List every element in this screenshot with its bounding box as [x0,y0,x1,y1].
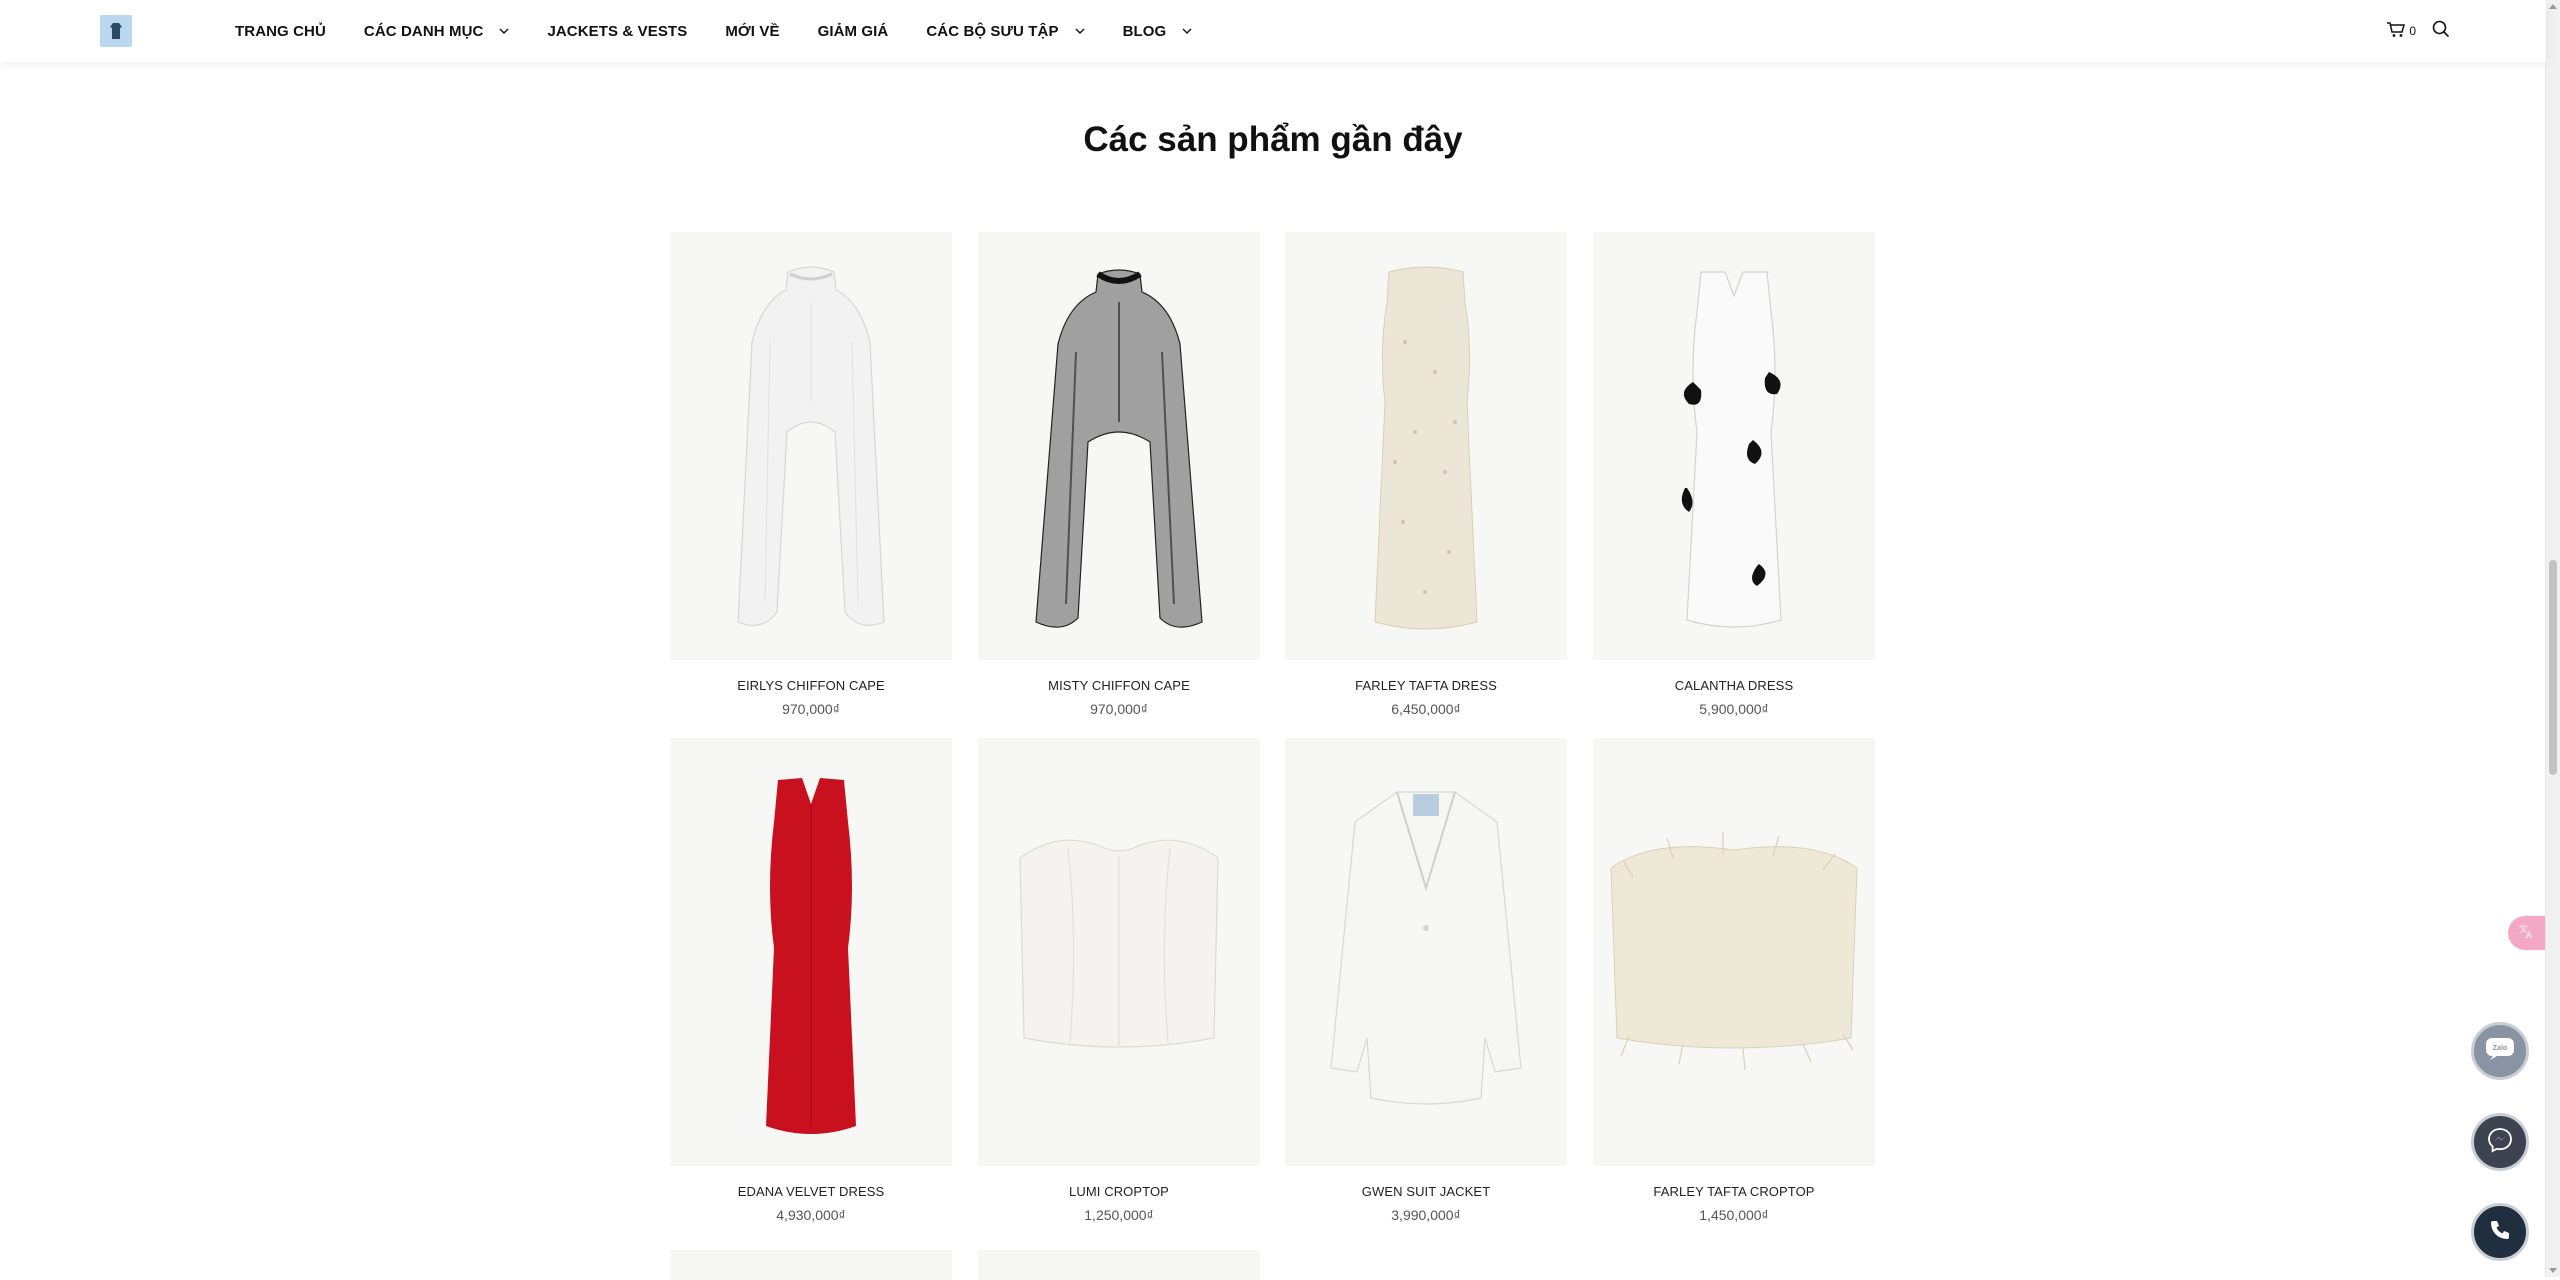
white-dress-black-flowers-image [1681,271,1782,628]
product-price: 970,000₫ [782,701,840,717]
product-price: 1,450,000₫ [1699,1207,1769,1223]
product-name[interactable]: FARLEY TAFTA CROPTOP [1593,1184,1875,1199]
black-chiffon-cape-image [1035,269,1203,628]
zalo-icon: Zalo [2485,1037,2515,1066]
product-card[interactable]: EIRLYS CHIFFON CAPE 970,000₫ [670,232,952,717]
product-card[interactable]: EDANA VELVET DRESS 4,930,000₫ [670,738,952,1223]
nav-label: TRANG CHỦ [235,22,326,40]
chevron-down-icon[interactable] [499,28,509,35]
product-name[interactable]: MISTY CHIFFON CAPE [978,678,1260,693]
messenger-chat-button[interactable] [2471,1113,2529,1171]
red-velvet-dress-image [766,778,856,1134]
nav-label: BLOG [1122,22,1167,40]
product-image[interactable] [1593,232,1875,660]
product-image[interactable] [1593,738,1875,1166]
product-card[interactable]: CALANTHA DRESS 5,900,000₫ [1593,232,1875,717]
search-icon[interactable] [2432,20,2450,43]
nav-label: MỚI VỀ [725,22,780,40]
page-scrollbar[interactable] [2545,0,2560,1277]
translate-icon: 文A [2518,922,2536,945]
cart-icon [2386,21,2406,41]
chevron-down-icon[interactable] [1182,28,1192,35]
product-card[interactable]: LUMI CROPTOP 1,250,000₫ [978,738,1260,1223]
cream-feather-croptop-image [1610,832,1858,1071]
nav-item-jackets-vests[interactable]: JACKETS & VESTS [547,23,687,40]
product-image[interactable] [1285,232,1567,660]
product-price: 5,900,000₫ [1699,701,1769,717]
product-name[interactable]: EIRLYS CHIFFON CAPE [670,678,952,693]
white-chiffon-cape-image [737,266,885,626]
scrollbar-thumb[interactable] [2549,560,2557,775]
cart-count: 0 [2409,24,2416,38]
chevron-down-icon[interactable] [1075,28,1085,35]
product-price: 1,250,000₫ [1084,1207,1154,1223]
zalo-chat-button[interactable]: Zalo [2471,1022,2529,1080]
nav-label: JACKETS & VESTS [547,22,688,40]
product-card[interactable]: FARLEY TAFTA DRESS 6,450,000₫ [1285,232,1567,717]
site-header: TRANG CHỦ CÁC DANH MỤC JACKETS & VESTS M… [0,0,2546,62]
product-card[interactable]: FARLEY TAFTA CROPTOP 1,450,000₫ [1593,738,1875,1223]
nav-label: CÁC BỘ SƯU TẬP [926,22,1059,40]
cart-button[interactable]: 0 [2386,21,2416,41]
white-bustier-croptop-image [1019,839,1219,1048]
product-image[interactable] [978,738,1260,1166]
zalo-label: Zalo [2493,1045,2507,1052]
scroll-up-arrow-icon[interactable] [2549,4,2557,9]
white-suit-jacket-image [1330,791,1522,1105]
product-card[interactable]: GWEN SUIT JACKET 3,990,000₫ [1285,738,1567,1223]
nav-item-collections[interactable]: CÁC BỘ SƯU TẬP [926,22,1085,40]
phone-call-button[interactable] [2471,1203,2529,1261]
messenger-icon [2487,1127,2513,1158]
product-card[interactable] [978,1250,1260,1280]
product-image[interactable] [1285,738,1567,1166]
product-name[interactable]: LUMI CROPTOP [978,1184,1260,1199]
nav-item-blog[interactable]: BLOG [1123,23,1193,40]
nav-item-categories[interactable]: CÁC DANH MỤC [364,23,510,40]
product-card[interactable]: MISTY CHIFFON CAPE 970,000₫ [978,232,1260,717]
nav-label: GIẢM GIÁ [817,22,889,40]
product-price: 970,000₫ [1090,701,1148,717]
nav-item-home[interactable]: TRANG CHỦ [235,23,326,40]
translate-button[interactable]: 文A [2508,916,2546,950]
product-price: 3,990,000₫ [1391,1207,1461,1223]
product-name[interactable]: EDANA VELVET DRESS [670,1184,952,1199]
product-name[interactable]: GWEN SUIT JACKET [1285,1184,1567,1199]
product-name[interactable]: FARLEY TAFTA DRESS [1285,678,1567,693]
nav-item-sale[interactable]: GIẢM GIÁ [818,23,889,40]
main-nav: TRANG CHỦ CÁC DANH MỤC JACKETS & VESTS M… [235,0,1230,62]
logo-icon[interactable] [100,15,132,47]
product-image[interactable] [670,232,952,660]
product-price: 6,450,000₫ [1391,701,1461,717]
nav-label: CÁC DANH MỤC [363,22,484,40]
nav-item-new-arrivals[interactable]: MỚI VỀ [725,23,779,40]
product-image[interactable] [978,232,1260,660]
section-title: Các sản phẩm gần đây [1083,120,1463,159]
product-name[interactable]: CALANTHA DRESS [1593,678,1875,693]
product-card[interactable] [670,1250,952,1280]
header-actions: 0 [2386,0,2450,62]
cream-feather-dress-image [1374,266,1478,630]
svg-text:A: A [2526,931,2533,940]
scroll-down-arrow-icon[interactable] [2549,1268,2557,1273]
phone-icon [2488,1218,2512,1247]
product-image[interactable] [670,738,952,1166]
product-price: 4,930,000₫ [776,1207,846,1223]
